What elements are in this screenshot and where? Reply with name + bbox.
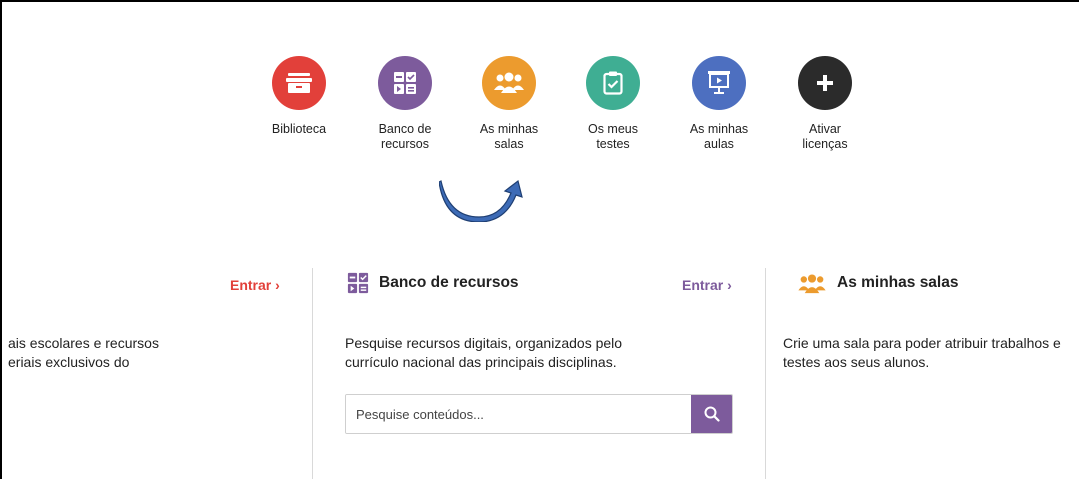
as-minhas-salas-title: As minhas salas	[837, 274, 959, 291]
nav-item-banco-de-recursos[interactable]: Banco de recursos	[360, 56, 450, 152]
middle-section-description: Pesquise recursos digitais, organizados …	[345, 335, 623, 370]
column-divider	[312, 268, 313, 479]
nav-label: As minhas salas	[479, 122, 539, 151]
nav-label: Ativar licenças	[802, 122, 848, 151]
archive-box-icon	[272, 56, 326, 110]
clipboard-check-icon	[586, 56, 640, 110]
nav-label: Biblioteca	[271, 122, 327, 136]
nav-item-ativar-licencas[interactable]: Ativar licenças	[780, 56, 870, 152]
nav-item-biblioteca[interactable]: Biblioteca	[254, 56, 344, 137]
search-input[interactable]	[346, 395, 691, 433]
presentation-board-icon	[692, 56, 746, 110]
right-section-description: Crie uma sala para poder atribuir trabal…	[783, 335, 1061, 370]
left-entrar-link[interactable]: Entrar ›	[230, 277, 280, 293]
column-divider	[765, 268, 766, 479]
nav-item-os-meus-testes[interactable]: Os meus testes	[568, 56, 658, 152]
search-button[interactable]	[691, 395, 732, 433]
nav-label: Os meus testes	[587, 122, 638, 151]
curved-arrow-icon	[439, 179, 523, 222]
nav-item-as-minhas-salas[interactable]: As minhas salas	[464, 56, 554, 152]
plus-icon	[798, 56, 852, 110]
nav-label: Banco de recursos	[378, 122, 432, 151]
nav-item-as-minhas-aulas[interactable]: As minhas aulas	[674, 56, 764, 152]
page-frame: Biblioteca Banco de recursos As minhas s…	[0, 0, 1079, 479]
resource-grid-icon	[347, 272, 369, 299]
resource-grid-icon	[378, 56, 432, 110]
search-bar	[345, 394, 733, 434]
people-group-icon	[797, 274, 827, 299]
people-group-icon	[482, 56, 536, 110]
nav-label: As minhas aulas	[689, 122, 749, 151]
left-section-description: ais escolares e recursos eriais exclusiv…	[8, 335, 159, 370]
search-icon	[704, 406, 720, 422]
banco-de-recursos-title: Banco de recursos	[379, 274, 519, 291]
middle-entrar-link[interactable]: Entrar ›	[682, 277, 732, 293]
